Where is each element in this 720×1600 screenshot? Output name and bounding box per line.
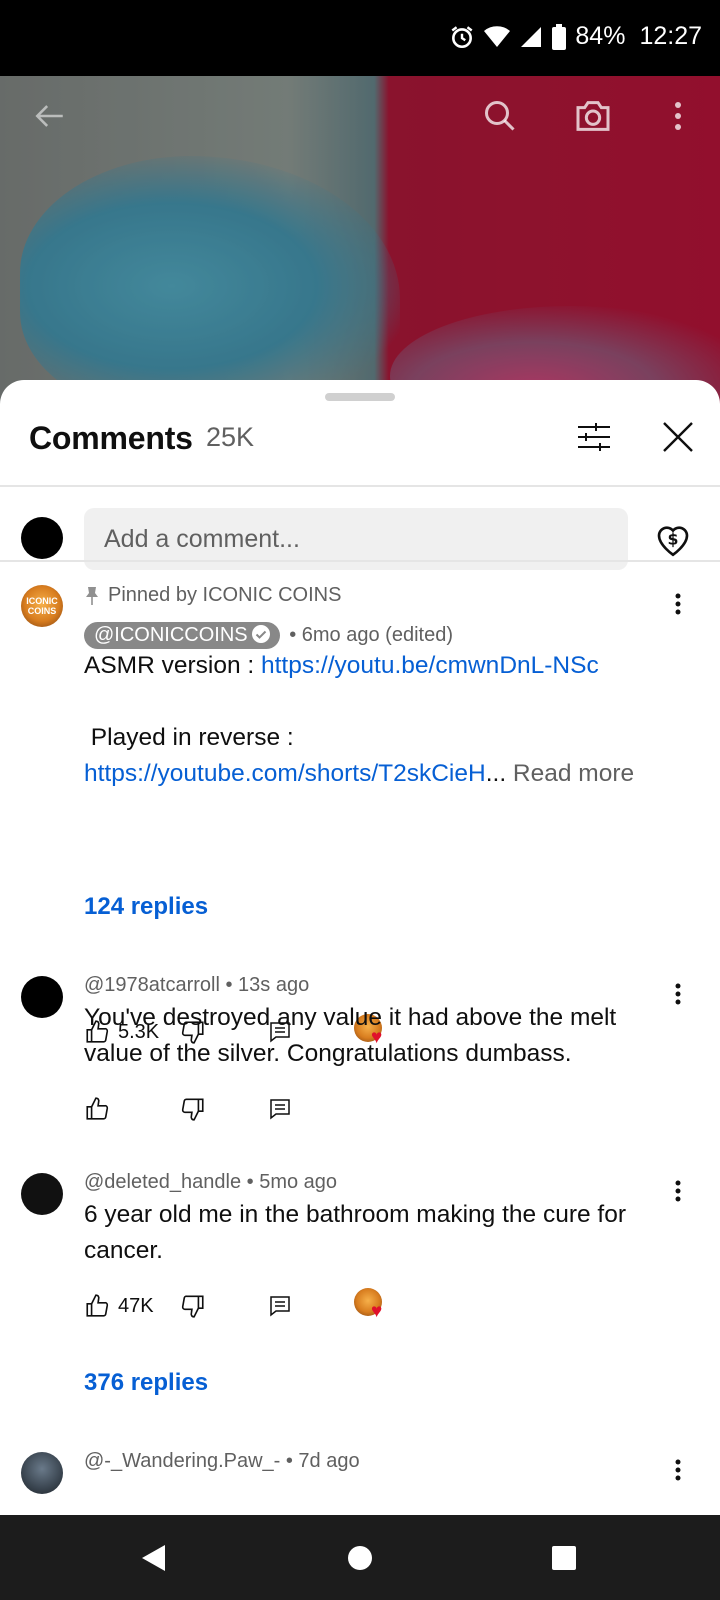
alarm-icon <box>449 24 475 50</box>
nav-recents-button[interactable] <box>514 1515 614 1600</box>
reply-button[interactable] <box>268 1286 292 1326</box>
status-bar: 84% 12:27 <box>0 0 720 76</box>
sheet-header: Comments 25K <box>0 408 720 466</box>
nav-home-button[interactable] <box>310 1515 410 1600</box>
divider <box>0 560 720 562</box>
thumb-up-icon <box>86 1097 109 1120</box>
more-vert-icon <box>675 102 681 130</box>
comment-count: 25K <box>206 422 255 452</box>
tune-icon <box>578 423 610 451</box>
drag-handle[interactable] <box>325 393 395 401</box>
like-count: 47K <box>118 1294 154 1317</box>
reply-button[interactable] <box>268 1089 292 1129</box>
thumb-up-icon <box>86 1294 109 1317</box>
arrow-back-icon <box>35 105 63 127</box>
comment-link[interactable]: https://youtu.be/cmwnDnL-NSc <box>261 652 599 679</box>
more-vert-icon <box>675 983 681 1005</box>
camera-icon <box>576 101 610 131</box>
square-recents-icon <box>552 1545 576 1570</box>
system-nav-bar <box>0 1515 720 1600</box>
back-button[interactable] <box>10 76 90 156</box>
commenter-avatar[interactable] <box>21 1173 63 1215</box>
heart-icon: ♥ <box>371 1301 383 1322</box>
comment-link[interactable]: https://youtube.com/shorts/T2skCieH <box>84 760 486 787</box>
comment-time: • 6mo ago (edited) <box>289 624 453 646</box>
read-more-link[interactable]: Read more <box>506 760 634 787</box>
super-thanks-button[interactable]: $ <box>652 518 694 560</box>
creator-handle-chip[interactable]: @ICONICCOINS <box>84 622 280 649</box>
comment-text-part: ... <box>485 760 507 787</box>
battery-icon <box>551 23 567 50</box>
status-icons: 84% 12:27 <box>449 22 702 51</box>
comments-sheet: Comments 25K Add a comment... $ ICONIC C… <box>0 380 720 1515</box>
comment-text-part: Played in reverse : <box>84 724 294 751</box>
circle-home-icon <box>348 1545 372 1570</box>
sort-filter-button[interactable] <box>564 408 624 466</box>
wifi-icon <box>483 25 511 49</box>
heart-dollar-icon: $ <box>657 526 689 557</box>
comment-actions: 47K ♥ <box>84 1286 404 1326</box>
clock: 12:27 <box>639 22 702 50</box>
signal-icon <box>519 25 543 49</box>
sheet-title: Comments <box>29 420 193 456</box>
creator-handle: @ICONICCOINS <box>94 624 248 646</box>
thumb-down-icon <box>181 1098 204 1121</box>
pinned-label: Pinned by ICONIC COINS <box>108 584 342 606</box>
creator-heart-badge: ♥ <box>354 1284 394 1324</box>
close-button[interactable] <box>648 408 708 466</box>
comment-menu-button[interactable] <box>664 1171 692 1211</box>
comment-meta[interactable]: @deleted_handle • 5mo ago <box>84 1171 337 1194</box>
comment-icon <box>270 1099 290 1120</box>
avatar-logo-text: ICONIC COINS <box>26 596 58 616</box>
triangle-back-icon <box>142 1544 165 1571</box>
dislike-button[interactable] <box>180 1089 206 1129</box>
like-button[interactable]: 47K <box>84 1286 154 1326</box>
battery-percent: 84% <box>575 22 626 50</box>
search-button[interactable] <box>460 76 540 156</box>
comment-text: 6 year old me in the bathroom making the… <box>84 1201 627 1264</box>
comment-actions <box>84 1089 404 1129</box>
close-icon <box>663 422 693 452</box>
svg-text:$: $ <box>668 529 679 548</box>
avatar <box>21 517 63 559</box>
comment-text: ASMR version : https://youtu.be/cmwnDnL-… <box>84 648 654 792</box>
comment-meta[interactable]: @-_Wandering.Paw_- • 7d ago <box>84 1450 360 1473</box>
channel-avatar[interactable]: ICONIC COINS <box>21 585 63 627</box>
pin-icon <box>86 586 98 605</box>
comment-meta[interactable]: @1978atcarroll • 13s ago <box>84 974 309 997</box>
more-options-button[interactable] <box>638 76 718 156</box>
comment-menu-button[interactable] <box>664 974 692 1014</box>
comment-meta: @ICONICCOINS • 6mo ago (edited) <box>84 622 453 649</box>
comment-text: You've destroyed any value it had above … <box>84 1004 617 1067</box>
nav-back-button[interactable] <box>103 1515 203 1600</box>
more-vert-icon <box>675 1180 681 1202</box>
comment-text-part: ASMR version : <box>84 652 261 679</box>
commenter-avatar[interactable] <box>21 1452 63 1494</box>
verified-icon <box>251 625 270 643</box>
comment-menu-button[interactable] <box>664 584 692 624</box>
divider <box>0 485 720 487</box>
view-replies-button[interactable]: 124 replies <box>84 893 208 921</box>
search-icon <box>485 101 515 131</box>
comment-menu-button[interactable] <box>664 1450 692 1490</box>
view-replies-button[interactable]: 376 replies <box>84 1369 208 1397</box>
comment-icon <box>270 1296 290 1317</box>
dislike-button[interactable] <box>180 1286 206 1326</box>
like-button[interactable] <box>84 1089 110 1129</box>
more-vert-icon <box>675 1459 681 1481</box>
thumb-down-icon <box>181 1295 204 1318</box>
camera-button[interactable] <box>553 76 633 156</box>
commenter-avatar[interactable] <box>21 976 63 1018</box>
video-top-bar <box>0 76 720 156</box>
more-vert-icon <box>675 593 681 615</box>
pinned-label-row: Pinned by ICONIC COINS <box>84 584 341 607</box>
